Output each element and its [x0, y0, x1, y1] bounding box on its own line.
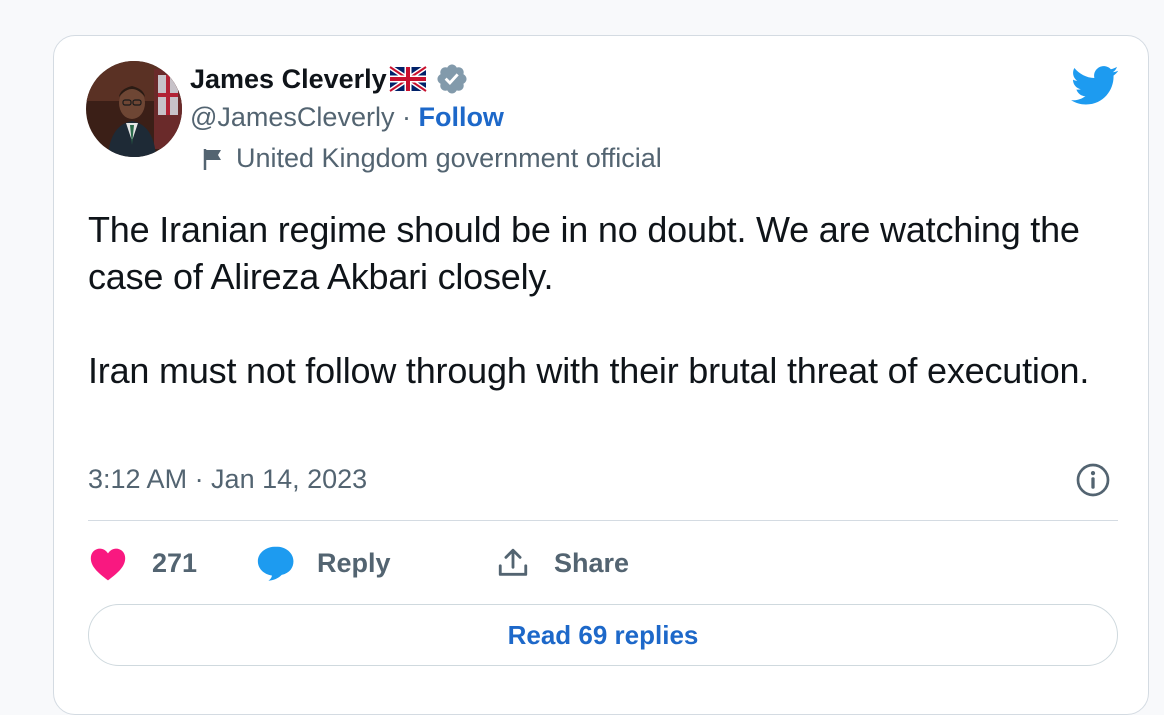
twitter-bird-icon[interactable] [1071, 66, 1119, 111]
share-label: Share [554, 547, 630, 578]
uk-flag-icon [388, 65, 428, 93]
reply-button[interactable]: Reply [255, 542, 391, 584]
affiliation-label: United Kingdom government official [202, 143, 662, 174]
heart-icon [90, 548, 126, 581]
divider [88, 520, 1118, 521]
verified-icon [437, 64, 467, 94]
follow-button[interactable]: Follow [418, 102, 503, 132]
tweet-timestamp[interactable]: 3:12 AM · Jan 14, 2023 [88, 464, 367, 495]
share-button[interactable]: Share [496, 542, 629, 584]
avatar-image [86, 61, 182, 157]
separator-dot: · [394, 102, 419, 132]
author-name[interactable]: James Cleverly [190, 64, 387, 95]
like-button[interactable]: 271 [88, 542, 197, 584]
read-replies-button[interactable]: Read 69 replies [88, 604, 1118, 666]
info-icon[interactable] [1075, 462, 1111, 503]
flag-icon [203, 148, 221, 170]
author-handle[interactable]: @JamesCleverly [190, 102, 394, 132]
like-count: 271 [152, 547, 198, 578]
author-name-row[interactable]: James Cleverly [190, 62, 469, 96]
tweet-card: James Cleverly @JamesCleverly · Follow U… [53, 35, 1149, 715]
share-icon [498, 548, 528, 576]
avatar[interactable] [86, 61, 182, 157]
handle-row: @JamesCleverly · Follow [190, 102, 504, 133]
reply-label: Reply [317, 547, 391, 578]
affiliation-text: United Kingdom government official [236, 143, 662, 173]
speech-bubble-icon [257, 546, 294, 581]
tweet-text: The Iranian regime should be in no doubt… [88, 209, 1090, 391]
